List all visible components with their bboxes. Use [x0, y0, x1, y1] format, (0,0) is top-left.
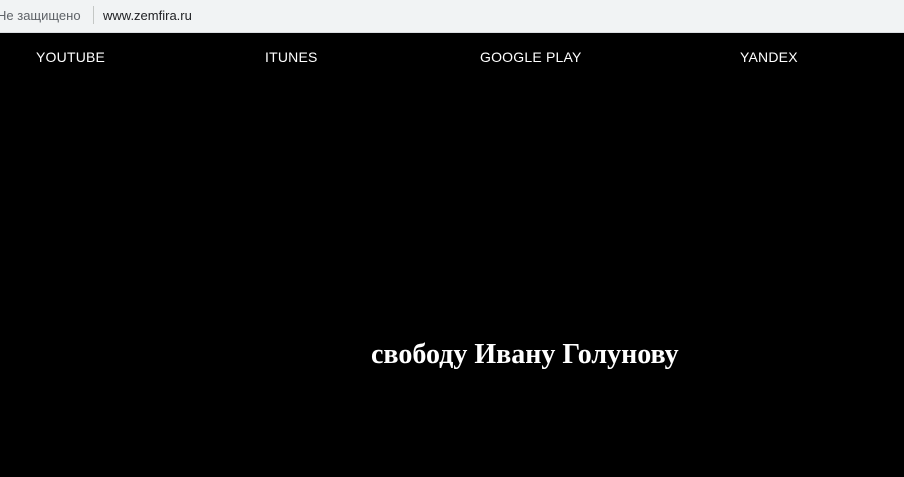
nav-link-yandex[interactable]: YANDEX	[740, 49, 798, 65]
url-text[interactable]: www.zemfira.ru	[103, 8, 192, 23]
nav-link-youtube[interactable]: YOUTUBE	[36, 49, 105, 65]
security-status-label[interactable]: Не защищено	[0, 8, 81, 23]
nav-link-google-play[interactable]: GOOGLE PLAY	[480, 49, 582, 65]
headline: свободу Ивану Голунову	[371, 339, 679, 370]
address-bar-divider	[93, 6, 94, 24]
address-bar[interactable]: Не защищено www.zemfira.ru	[0, 0, 904, 33]
nav-link-itunes[interactable]: ITUNES	[265, 49, 318, 65]
page-content: YOUTUBE ITUNES GOOGLE PLAY YANDEX свобод…	[0, 33, 904, 477]
